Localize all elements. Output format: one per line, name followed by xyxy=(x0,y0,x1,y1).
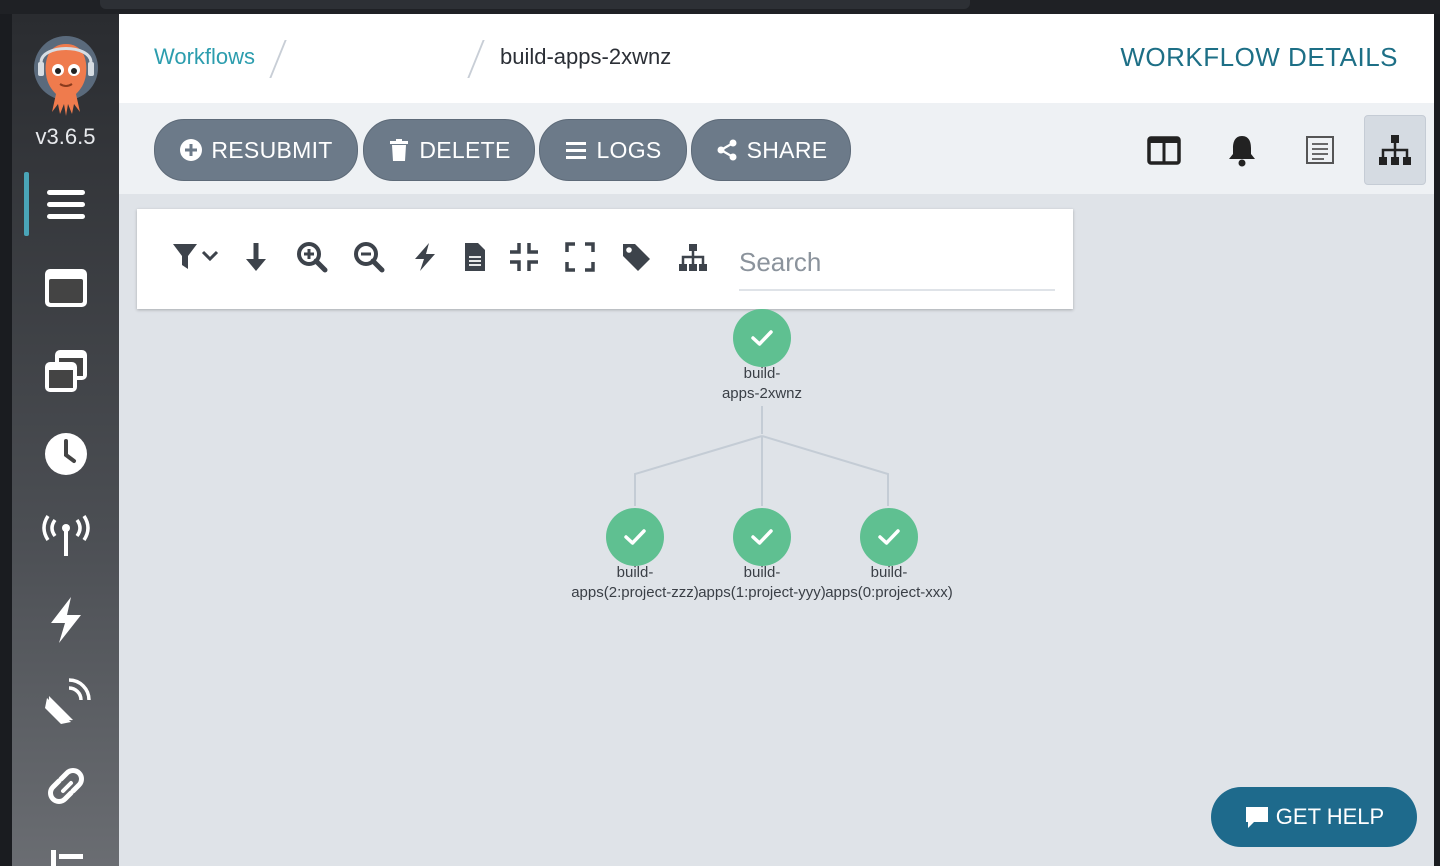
breadcrumb-workflows[interactable]: Workflows xyxy=(154,44,255,70)
logs-label: LOGS xyxy=(596,136,662,163)
breadcrumb-separator xyxy=(467,40,485,78)
list-icon xyxy=(50,850,83,866)
chat-bubble-icon xyxy=(1245,807,1268,828)
expand-icon xyxy=(565,242,595,272)
share-button[interactable]: SHARE xyxy=(691,119,851,181)
graph-node-label: build- apps(0:project-xxx) xyxy=(809,563,969,603)
resubmit-button[interactable]: RESUBMIT xyxy=(154,119,358,181)
download-arrow-icon xyxy=(246,243,266,271)
file-icon xyxy=(465,243,485,271)
graph-view-button[interactable] xyxy=(1364,115,1426,185)
sitemap-icon xyxy=(679,244,707,271)
filter-icon xyxy=(173,244,219,269)
zoom-in-button[interactable] xyxy=(292,237,332,277)
breadcrumb-current: build-apps-2xwnz xyxy=(500,44,672,69)
download-button[interactable] xyxy=(236,237,276,277)
sidebar-item-more[interactable] xyxy=(12,834,119,866)
bolt-icon xyxy=(50,597,81,643)
trash-icon xyxy=(390,139,409,161)
inputs-outputs-button[interactable] xyxy=(1299,129,1341,171)
node-label-line: build- xyxy=(743,365,781,382)
check-icon xyxy=(878,529,900,545)
split-view-button[interactable] xyxy=(1143,129,1185,171)
tag-icon xyxy=(623,244,650,271)
labels-button[interactable] xyxy=(616,237,656,277)
broadcast-tower-icon xyxy=(41,515,90,556)
main-panel: Workflows build-apps-2xwnz WORKFLOW DETA… xyxy=(119,14,1434,866)
window-icon xyxy=(44,269,87,307)
graph-node-child[interactable] xyxy=(860,508,918,566)
menu-lines-icon xyxy=(46,190,85,219)
node-label-line: apps(0:project-xxx) xyxy=(825,584,953,601)
sidebar-item-cluster-templates[interactable] xyxy=(12,336,119,406)
node-label-line: apps-2xwnz xyxy=(721,385,803,402)
sidebar-item-cron-workflows[interactable] xyxy=(12,419,119,489)
delete-button[interactable]: DELETE xyxy=(363,119,535,181)
split-panel-icon xyxy=(1147,136,1181,165)
zoom-out-icon xyxy=(354,242,385,273)
sidebar-item-sensors[interactable] xyxy=(12,585,119,655)
argo-logo[interactable] xyxy=(32,34,100,118)
stacked-windows-icon xyxy=(44,350,87,392)
fast-render-button[interactable] xyxy=(405,237,445,277)
delete-label: DELETE xyxy=(419,136,511,163)
filter-button[interactable] xyxy=(167,237,223,277)
get-help-label: GET HELP xyxy=(1275,804,1385,829)
breadcrumb-separator xyxy=(269,40,287,78)
resubmit-label: RESUBMIT xyxy=(211,136,333,163)
logs-button[interactable]: LOGS xyxy=(539,119,687,181)
window-edge xyxy=(1434,14,1440,866)
zoom-out-button[interactable] xyxy=(349,237,389,277)
link-icon xyxy=(47,768,84,804)
expand-button[interactable] xyxy=(560,237,600,277)
satellite-dish-icon xyxy=(44,678,91,724)
zoom-in-icon xyxy=(297,242,328,273)
sitemap-icon xyxy=(1379,135,1411,165)
graph-node-child[interactable] xyxy=(606,508,664,566)
octopus-logo-icon xyxy=(34,36,98,116)
page-title: WORKFLOW DETAILS xyxy=(1120,42,1398,72)
action-bar: RESUBMIT DELETE LOGS SHARE xyxy=(119,103,1434,194)
graph-node-child[interactable] xyxy=(733,508,791,566)
get-help-button[interactable]: GET HELP xyxy=(1211,787,1417,847)
sidebar-item-workflow-templates[interactable] xyxy=(12,253,119,323)
check-icon xyxy=(624,529,646,545)
top-bar xyxy=(0,0,1440,14)
plus-circle-icon xyxy=(180,139,203,161)
sidebar-item-event-flow[interactable] xyxy=(12,668,119,738)
bell-icon xyxy=(1229,136,1255,167)
page-header: Workflows build-apps-2xwnz WORKFLOW DETA… xyxy=(119,14,1434,104)
notifications-button[interactable] xyxy=(1221,129,1263,171)
share-icon xyxy=(717,139,737,161)
compress-icon xyxy=(510,243,538,271)
node-label-line: build- xyxy=(870,564,908,581)
check-icon xyxy=(751,529,773,545)
sidebar: v3.6.5 xyxy=(12,14,119,866)
lightning-icon xyxy=(415,243,435,271)
graph-node-label: build- apps-2xwnz xyxy=(682,364,842,404)
artifacts-button[interactable] xyxy=(455,237,495,277)
sidebar-item-workflows[interactable] xyxy=(12,170,119,240)
sidebar-item-links[interactable] xyxy=(12,751,119,821)
layout-button[interactable] xyxy=(673,237,713,277)
clock-icon xyxy=(44,433,87,475)
search-input[interactable] xyxy=(739,235,1055,291)
check-icon xyxy=(751,330,773,346)
window-strip xyxy=(100,0,970,9)
share-label: SHARE xyxy=(746,136,828,163)
version-label: v3.6.5 xyxy=(35,124,96,149)
graph-node-root[interactable] xyxy=(733,309,791,367)
graph-toolbar xyxy=(137,209,1073,309)
sidebar-item-event-sources[interactable] xyxy=(12,502,119,572)
bars-icon xyxy=(566,142,587,159)
collapse-button[interactable] xyxy=(504,237,544,277)
settings-list-icon xyxy=(1306,136,1334,164)
